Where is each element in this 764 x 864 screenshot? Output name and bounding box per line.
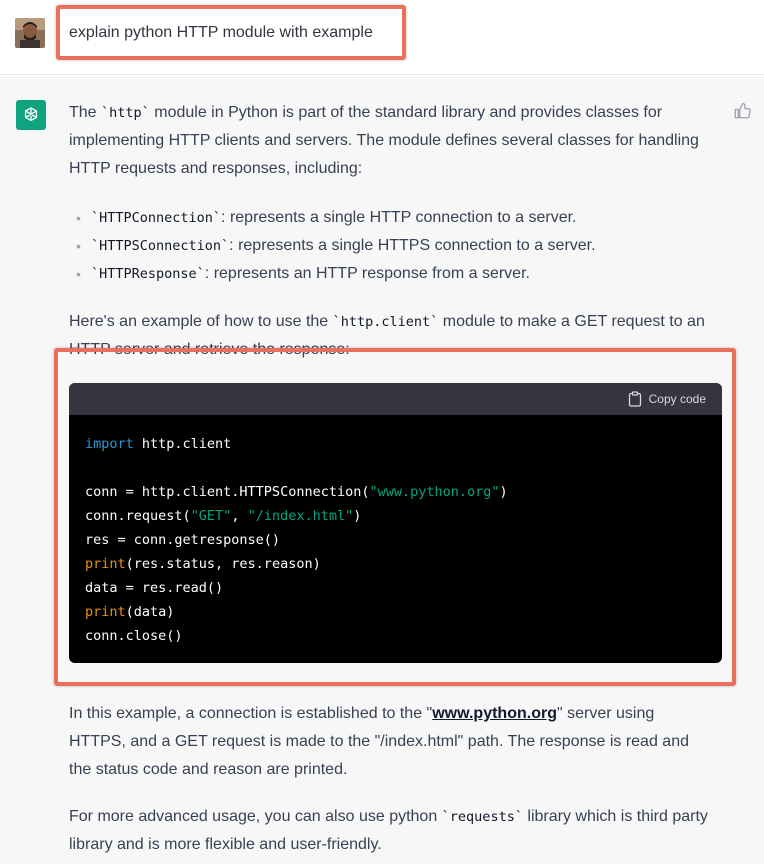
text: library which is third party bbox=[522, 808, 708, 825]
text: module in Python is part of the standard… bbox=[149, 104, 663, 121]
text: " server using bbox=[556, 705, 655, 722]
text: For more advanced usage, you can also us… bbox=[69, 808, 442, 825]
text: In this example, a connection is establi… bbox=[69, 705, 433, 722]
list-item-text: : represents a single HTTPS connection t… bbox=[229, 237, 596, 254]
example-intro-line-1: Here's an example of how to use the `htt… bbox=[69, 308, 729, 336]
assistant-message-row: The `http` module in Python is part of t… bbox=[0, 76, 764, 864]
advanced-paragraph: For more advanced usage, you can also us… bbox=[69, 803, 729, 859]
bullet-icon: • bbox=[76, 266, 81, 282]
list-item-text: : represents a single HTTP connection to… bbox=[221, 209, 577, 226]
explanation-line-1: In this example, a connection is establi… bbox=[69, 700, 729, 728]
highlight-box-code bbox=[54, 348, 736, 686]
class-list: • `HTTPConnection`: represents a single … bbox=[69, 204, 729, 288]
list-item: • `HTTPResponse`: represents an HTTP res… bbox=[69, 260, 729, 288]
inline-code: `http.client` bbox=[332, 314, 439, 330]
intro-paragraph: The `http` module in Python is part of t… bbox=[69, 99, 729, 183]
list-item: • `HTTPConnection`: represents a single … bbox=[69, 204, 729, 232]
explanation-line-3: the status code and reason are printed. bbox=[69, 761, 348, 778]
inline-code: `HTTPSConnection` bbox=[91, 238, 230, 254]
advanced-line-2: library and is more flexible and user-fr… bbox=[69, 836, 382, 853]
user-avatar bbox=[15, 18, 45, 48]
explanation-paragraph: In this example, a connection is establi… bbox=[69, 700, 729, 784]
chatgpt-logo-icon bbox=[16, 100, 46, 130]
text: Here's an example of how to use the bbox=[69, 313, 333, 330]
user-message-row: explain python HTTP module with example bbox=[0, 0, 764, 75]
inline-code: `HTTPConnection` bbox=[91, 210, 222, 226]
intro-line-2: implementing HTTP clients and servers. T… bbox=[69, 132, 699, 149]
bullet-icon: • bbox=[76, 210, 81, 226]
explanation-line-2: HTTPS, and a GET request is made to the … bbox=[69, 733, 689, 750]
advanced-line-1: For more advanced usage, you can also us… bbox=[69, 803, 729, 831]
intro-line-1: The `http` module in Python is part of t… bbox=[69, 99, 729, 127]
inline-code: `http` bbox=[101, 105, 150, 121]
highlight-box-prompt bbox=[56, 5, 406, 60]
inline-code: `requests` bbox=[441, 809, 523, 825]
inline-code: `HTTPResponse` bbox=[91, 266, 205, 282]
list-item-text: : represents an HTTP response from a ser… bbox=[204, 265, 530, 282]
intro-line-3: HTTP requests and responses, including: bbox=[69, 160, 363, 177]
bullet-icon: • bbox=[76, 238, 81, 254]
python-org-link[interactable]: www.python.org bbox=[432, 705, 557, 722]
text: The bbox=[69, 104, 102, 121]
thumbs-up-icon[interactable] bbox=[733, 102, 751, 120]
list-item: • `HTTPSConnection`: represents a single… bbox=[69, 232, 729, 260]
text: module to make a GET request to an bbox=[438, 313, 705, 330]
